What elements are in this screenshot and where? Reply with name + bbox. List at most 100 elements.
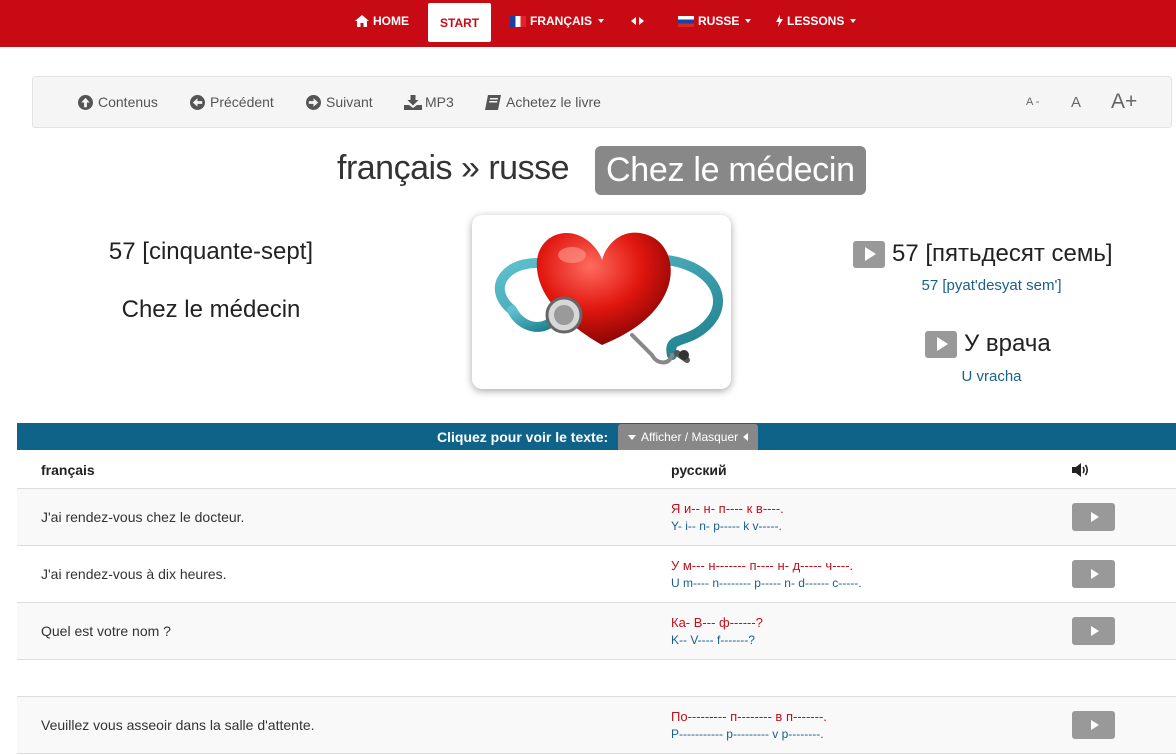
phrase-target: По--------- п-------- в п-------. xyxy=(671,709,827,724)
phrase-transliteration: U m---- n-------- p----- n- d------ c---… xyxy=(671,576,862,590)
caret-down-icon xyxy=(628,434,636,440)
nav-home-label: HOME xyxy=(373,14,409,28)
toolbar-next[interactable]: Suivant xyxy=(306,77,373,127)
nav-target-language-label: RUSSE xyxy=(698,14,740,28)
lesson-number-target-text: 57 [пятьдесят семь] xyxy=(892,240,1113,267)
play-icon xyxy=(1090,720,1099,730)
nav-start-label: START xyxy=(440,15,480,30)
play-icon xyxy=(1090,569,1099,579)
phrase-target-cell: Ка- В--- ф------? K-- V---- f-------? xyxy=(671,603,763,659)
font-size-decrease[interactable]: A - xyxy=(1026,77,1039,127)
table-row-spacer xyxy=(17,660,1176,697)
play-phrase-button[interactable] xyxy=(1072,560,1115,588)
phrase-audio-cell xyxy=(1072,489,1115,545)
play-lesson-number-button[interactable] xyxy=(853,240,885,268)
nav-start[interactable]: START xyxy=(428,3,492,42)
play-icon xyxy=(1090,512,1099,522)
toolbar-buy-book-label: Achetez le livre xyxy=(506,94,601,110)
table-row: Veuillez vous asseoir dans la salle d'at… xyxy=(17,697,1176,754)
phrase-audio-cell xyxy=(1072,603,1115,659)
phrase-audio-cell xyxy=(1072,697,1115,753)
play-phrase-button[interactable] xyxy=(1072,711,1115,739)
lesson-number-source: 57 [cinquante-sept] xyxy=(108,238,314,265)
show-hide-toggle-button[interactable]: Afficher / Masquer xyxy=(618,424,759,450)
page-title: français » russe xyxy=(337,149,570,187)
nav-target-language[interactable]: RUSSE xyxy=(678,0,752,42)
font-size-reset[interactable]: A xyxy=(1071,77,1081,127)
lesson-title-transliteration: U vracha xyxy=(961,368,1022,385)
lesson-number-transliteration: 57 [pyat'desyat sem'] xyxy=(921,277,1062,294)
play-lesson-title-button[interactable] xyxy=(925,330,957,358)
phrase-transliteration: P----------- p--------- v p--------. xyxy=(671,727,824,741)
heart-stethoscope-image xyxy=(494,232,723,365)
play-icon xyxy=(937,337,948,351)
arrow-left-circle-icon xyxy=(190,94,205,110)
column-header-audio xyxy=(1072,450,1091,489)
lesson-title-badge: Chez le médecin xyxy=(595,146,866,195)
phrase-target: Ка- В--- ф------? xyxy=(671,615,763,630)
phrase-source: J'ai rendez-vous à dix heures. xyxy=(41,566,227,582)
phrase-target-cell: У м--- н------- п---- н- д----- ч----. U… xyxy=(671,546,862,602)
caret-down-icon xyxy=(745,19,752,23)
reveal-text-bar: Cliquez pour voir le texte: Afficher / M… xyxy=(17,423,1176,450)
caret-down-icon xyxy=(598,19,604,23)
toolbar-next-label: Suivant xyxy=(326,94,373,110)
play-icon xyxy=(1090,626,1099,636)
reveal-text-prompt: Cliquez pour voir le texte: xyxy=(437,428,609,445)
lesson-number-target: 57 [пятьдесят семь] xyxy=(853,240,1113,268)
nav-home[interactable]: HOME xyxy=(355,0,409,42)
phrase-transliteration: Y- i-- n- p----- k v-----. xyxy=(671,519,782,533)
lesson-title-target: У врача xyxy=(925,330,1051,358)
caret-left-icon xyxy=(743,433,749,441)
phrase-table: français русский J'ai rendez-vous chez l… xyxy=(17,450,1176,754)
lesson-title-source: Chez le médecin xyxy=(121,296,301,323)
play-phrase-button[interactable] xyxy=(1072,617,1115,645)
arrow-right-circle-icon xyxy=(306,94,321,110)
nav-source-language[interactable]: FRANÇAIS xyxy=(510,0,604,42)
toolbar-mp3-label: MP3 xyxy=(425,94,454,110)
table-row: J'ai rendez-vous chez le docteur. Я и-- … xyxy=(17,489,1176,546)
nav-swap-languages[interactable] xyxy=(631,0,648,42)
nav-lessons-label: LESSONS xyxy=(787,14,845,28)
top-navbar: HOME START FRANÇAIS RUSSE LESSONS xyxy=(0,0,1176,47)
phrase-target: Я и-- н- п---- к в----. xyxy=(671,501,784,516)
toolbar-contents[interactable]: Contenus xyxy=(78,77,158,127)
flag-ru-icon xyxy=(678,15,694,27)
play-icon xyxy=(865,247,876,261)
nav-lessons[interactable]: LESSONS xyxy=(776,0,857,42)
speaker-icon xyxy=(1072,462,1089,477)
lesson-heading: français » russe Chez le médecin xyxy=(0,143,1176,197)
column-header-source: français xyxy=(41,461,95,478)
play-phrase-button[interactable] xyxy=(1072,503,1115,531)
swap-arrows-icon xyxy=(631,17,644,25)
table-row: Quel est votre nom ? Ка- В--- ф------? K… xyxy=(17,603,1176,660)
lesson-title-target-text: У врача xyxy=(964,330,1051,357)
phrase-source: J'ai rendez-vous chez le docteur. xyxy=(41,509,245,525)
column-header-target: русский xyxy=(671,461,727,478)
phrase-source: Veuillez vous asseoir dans la salle d'at… xyxy=(41,717,315,733)
lesson-toolbar: Contenus Précédent Suivant MP3 Achetez l… xyxy=(32,76,1172,128)
show-hide-label: Afficher / Masquer xyxy=(641,430,739,444)
nav-source-language-label: FRANÇAIS xyxy=(530,14,592,28)
toolbar-mp3[interactable]: MP3 xyxy=(404,77,454,127)
toolbar-previous[interactable]: Précédent xyxy=(190,77,274,127)
arrow-up-circle-icon xyxy=(78,94,93,110)
toolbar-buy-book[interactable]: Achetez le livre xyxy=(485,77,601,127)
phrase-target-cell: Я и-- н- п---- к в----. Y- i-- n- p-----… xyxy=(671,489,784,545)
phrase-source: Quel est votre nom ? xyxy=(41,623,171,639)
phrase-target: У м--- н------- п---- н- д----- ч----. xyxy=(671,558,854,573)
caret-down-icon xyxy=(850,19,857,23)
phrase-transliteration: K-- V---- f-------? xyxy=(671,633,755,647)
lesson-image xyxy=(472,215,731,389)
phrase-audio-cell xyxy=(1072,546,1115,602)
toolbar-contents-label: Contenus xyxy=(98,94,158,110)
book-icon xyxy=(485,94,501,110)
font-size-increase[interactable]: A+ xyxy=(1111,77,1137,127)
table-header: français русский xyxy=(17,450,1176,489)
table-row: J'ai rendez-vous à dix heures. У м--- н-… xyxy=(17,546,1176,603)
toolbar-previous-label: Précédent xyxy=(210,94,274,110)
home-icon xyxy=(355,15,369,27)
download-icon xyxy=(404,94,422,110)
flag-fr-icon xyxy=(510,15,526,27)
phrase-target-cell: По--------- п-------- в п-------. P-----… xyxy=(671,697,827,753)
